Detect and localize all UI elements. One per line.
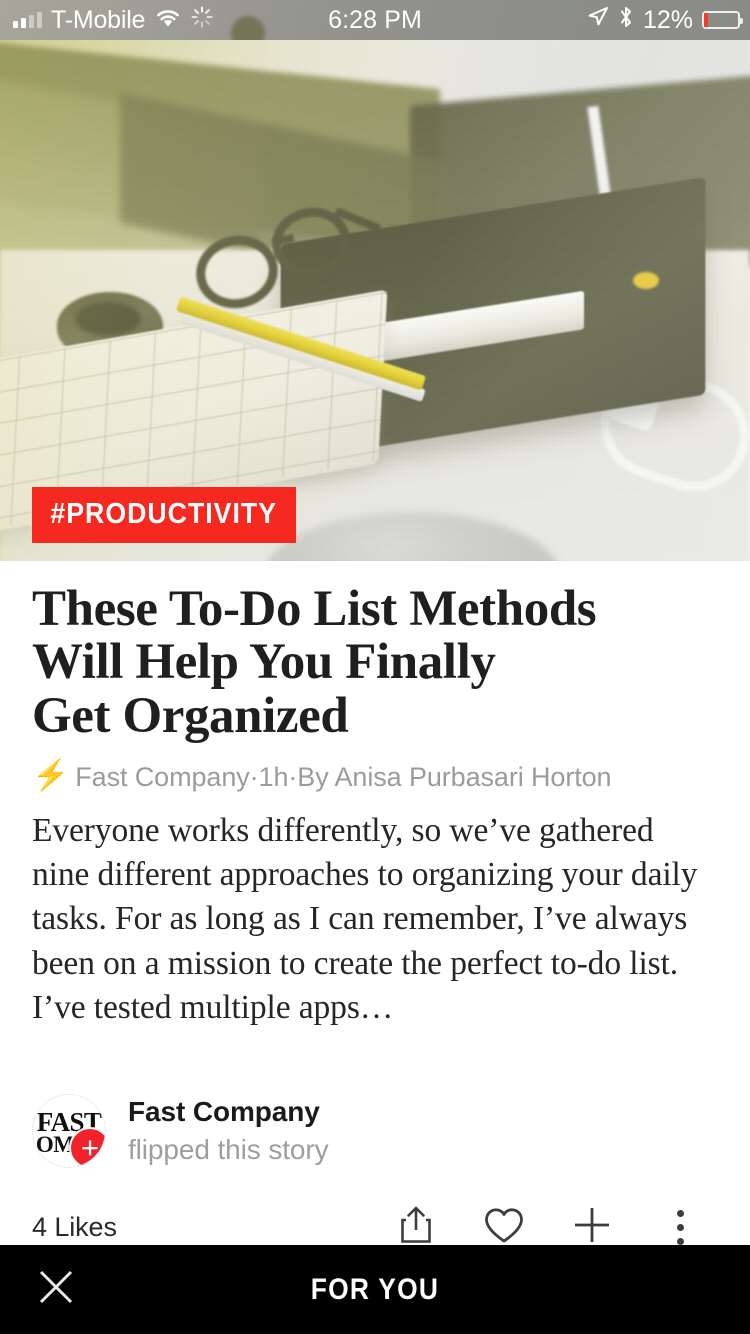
article-block: These To-Do List Methods Will Help You F… bbox=[0, 561, 750, 1030]
feed-title: FOR YOU bbox=[310, 1272, 440, 1306]
page-title[interactable]: These To-Do List Methods Will Help You F… bbox=[32, 561, 718, 743]
app-screen: T-Mobile 6:28 PM 12% #PRODUCTIVITY These… bbox=[0, 0, 750, 1334]
likes-count[interactable]: 4 Likes bbox=[32, 1212, 117, 1243]
attribution-name[interactable]: Fast Company bbox=[128, 1096, 329, 1128]
battery-icon bbox=[702, 11, 743, 29]
follow-plus-badge-icon[interactable]: + bbox=[69, 1126, 105, 1167]
byline: ⚡ Fast Company · 1h · By Anisa Purbasari… bbox=[32, 759, 718, 793]
category-tag[interactable]: #PRODUCTIVITY bbox=[32, 487, 297, 543]
status-bar-right: 12% bbox=[587, 5, 750, 36]
lightning-bolt-icon: ⚡ bbox=[32, 759, 70, 793]
close-x-icon bbox=[37, 1268, 75, 1311]
byline-source[interactable]: Fast Company bbox=[75, 762, 249, 793]
attribution-row[interactable]: FAST OMPA + Fast Company flipped this st… bbox=[0, 1093, 750, 1168]
hero-photo-art bbox=[0, 40, 750, 561]
attribution-action: flipped this story bbox=[128, 1133, 329, 1165]
byline-author: By Anisa Purbasari Horton bbox=[297, 761, 612, 792]
battery-percent-label: 12% bbox=[642, 5, 693, 34]
byline-time: 1h bbox=[258, 761, 289, 792]
avatar[interactable]: FAST OMPA + bbox=[32, 1093, 106, 1168]
bottom-bar: FOR YOU bbox=[0, 1245, 750, 1334]
byline-sep-2: · bbox=[288, 761, 298, 792]
plus-icon bbox=[572, 1205, 612, 1250]
byline-sep-1: · bbox=[249, 761, 259, 792]
location-arrow-icon bbox=[587, 6, 609, 35]
hero-image[interactable]: #PRODUCTIVITY bbox=[0, 40, 750, 561]
status-bar: T-Mobile 6:28 PM 12% bbox=[0, 0, 750, 40]
attribution-text: Fast Company flipped this story bbox=[128, 1096, 329, 1166]
more-vertical-icon bbox=[676, 1210, 684, 1246]
share-icon bbox=[399, 1205, 433, 1250]
heart-icon bbox=[484, 1207, 524, 1249]
bluetooth-icon bbox=[618, 5, 634, 36]
close-button[interactable] bbox=[8, 1268, 104, 1311]
article-excerpt[interactable]: Everyone works differently, so we’ve gat… bbox=[32, 809, 718, 1030]
